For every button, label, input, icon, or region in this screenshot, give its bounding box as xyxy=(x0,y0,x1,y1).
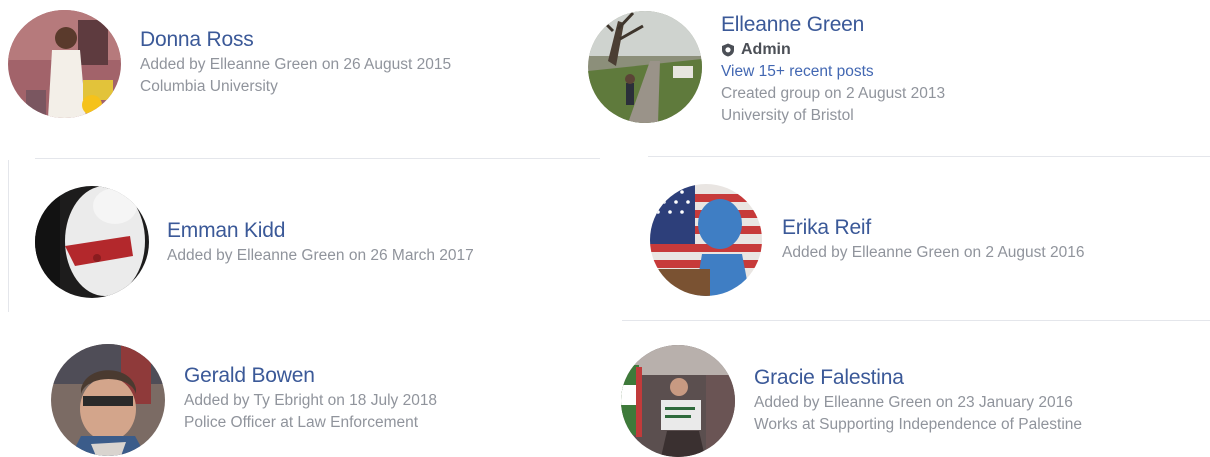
added-by-text: Added by Elleanne Green on 26 August 201… xyxy=(140,56,452,73)
park-photo-avatar-icon xyxy=(588,11,702,123)
flag-photo-avatar-icon xyxy=(650,184,762,296)
protest-photo-avatar-icon xyxy=(621,345,735,457)
avatar[interactable] xyxy=(51,344,165,456)
member-name-link[interactable]: Donna Ross xyxy=(140,26,451,54)
avatar[interactable] xyxy=(650,184,762,296)
selfie-photo-avatar-icon xyxy=(51,344,165,456)
member-name-link[interactable]: Emman Kidd xyxy=(167,217,474,245)
person-photo-avatar-icon xyxy=(8,10,121,118)
avatar[interactable] xyxy=(8,10,121,118)
row-divider xyxy=(622,320,1210,321)
work-text: Police Officer at Law Enforcement xyxy=(184,414,419,431)
recent-posts-link[interactable]: View 15+ recent posts xyxy=(721,61,945,83)
admin-badge: Admin xyxy=(721,39,945,61)
added-by-text: Added by Elleanne Green on 23 January 20… xyxy=(754,394,1073,411)
avatar[interactable] xyxy=(588,11,702,123)
added-by-text: Added by Elleanne Green on 26 March 2017 xyxy=(167,247,474,264)
row-divider xyxy=(35,158,600,159)
dog-photo-avatar-icon xyxy=(35,186,149,298)
added-by-text: Added by Elleanne Green on 2 August 2016 xyxy=(782,244,1085,261)
row-divider xyxy=(648,156,1210,157)
member-name-link[interactable]: Gracie Falestina xyxy=(754,364,1082,392)
created-group-text: Created group on 2 August 2013 xyxy=(721,85,946,102)
added-by-text: Added by Ty Ebright on 18 July 2018 xyxy=(184,392,438,409)
member-name-link[interactable]: Gerald Bowen xyxy=(184,362,437,390)
avatar[interactable] xyxy=(35,186,149,298)
member-name-link[interactable]: Elleanne Green xyxy=(721,11,945,39)
avatar[interactable] xyxy=(621,345,735,457)
admin-label: Admin xyxy=(741,41,791,58)
school-text: University of Bristol xyxy=(721,107,854,124)
member-name-link[interactable]: Erika Reif xyxy=(782,214,1085,242)
school-text: Columbia University xyxy=(140,78,278,95)
work-text: Works at Supporting Independence of Pale… xyxy=(754,416,1083,433)
column-edge xyxy=(8,160,9,312)
shield-icon xyxy=(722,43,734,57)
